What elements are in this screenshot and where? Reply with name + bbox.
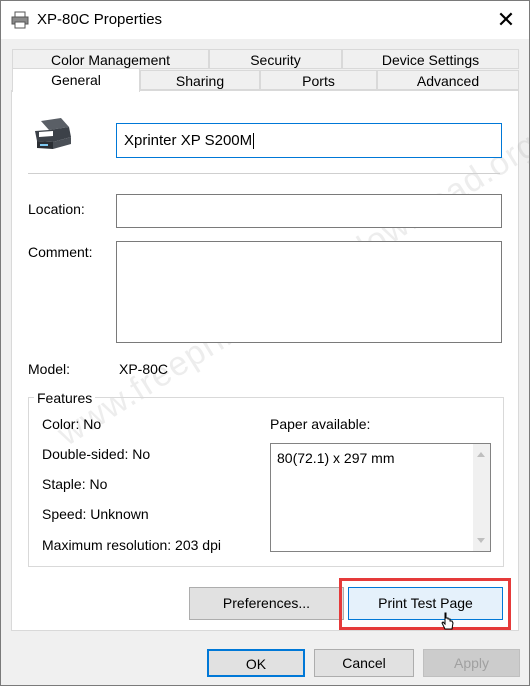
printer-name-input[interactable]: Xprinter XP S200M bbox=[116, 123, 502, 158]
location-input[interactable] bbox=[116, 194, 502, 228]
cursor-icon bbox=[441, 612, 454, 630]
feature-speed: Speed: Unknown bbox=[42, 506, 149, 522]
window-title: XP-80C Properties bbox=[37, 11, 163, 28]
tab-general[interactable]: General bbox=[12, 68, 140, 92]
ok-button[interactable]: OK bbox=[207, 649, 305, 677]
feature-color: Color: No bbox=[42, 416, 102, 432]
scroll-up-icon[interactable] bbox=[477, 452, 485, 457]
scroll-down-icon[interactable] bbox=[477, 538, 485, 543]
tab-color-management[interactable]: Color Management bbox=[12, 49, 209, 69]
location-label: Location: bbox=[28, 201, 85, 217]
feature-double-sided: Double-sided: No bbox=[42, 446, 151, 462]
properties-window: XP-80C Properties ✕ Color Management Sec… bbox=[0, 0, 530, 686]
cancel-button[interactable]: Cancel bbox=[314, 649, 414, 677]
paper-available-label: Paper available: bbox=[270, 416, 371, 432]
model-value: XP-80C bbox=[119, 361, 169, 377]
apply-button[interactable]: Apply bbox=[423, 649, 520, 677]
tab-security[interactable]: Security bbox=[209, 49, 342, 69]
text-caret bbox=[253, 133, 255, 150]
tab-sharing[interactable]: Sharing bbox=[140, 70, 260, 90]
paper-list[interactable]: 80(72.1) x 297 mm bbox=[270, 443, 491, 552]
scrollbar[interactable] bbox=[473, 444, 490, 551]
tab-ports[interactable]: Ports bbox=[260, 70, 377, 90]
preferences-button[interactable]: Preferences... bbox=[189, 587, 344, 620]
feature-staple: Staple: No bbox=[42, 476, 108, 492]
comment-label: Comment: bbox=[28, 244, 93, 260]
close-icon: ✕ bbox=[496, 7, 516, 32]
highlight-box bbox=[339, 578, 511, 630]
tab-advanced[interactable]: Advanced bbox=[377, 70, 519, 90]
printer-icon bbox=[11, 11, 29, 29]
feature-max-resolution: Maximum resolution: 203 dpi bbox=[42, 537, 221, 553]
close-button[interactable]: ✕ bbox=[483, 1, 529, 39]
title-bar: XP-80C Properties ✕ bbox=[1, 1, 529, 39]
printer-large-icon bbox=[35, 118, 71, 149]
tab-device-settings[interactable]: Device Settings bbox=[342, 49, 519, 69]
printer-name-text: Xprinter XP S200M bbox=[124, 132, 253, 149]
divider bbox=[28, 173, 500, 174]
features-legend: Features bbox=[34, 390, 96, 406]
list-item[interactable]: 80(72.1) x 297 mm bbox=[277, 450, 395, 466]
comment-input[interactable] bbox=[116, 241, 502, 343]
model-label: Model: bbox=[28, 361, 71, 377]
